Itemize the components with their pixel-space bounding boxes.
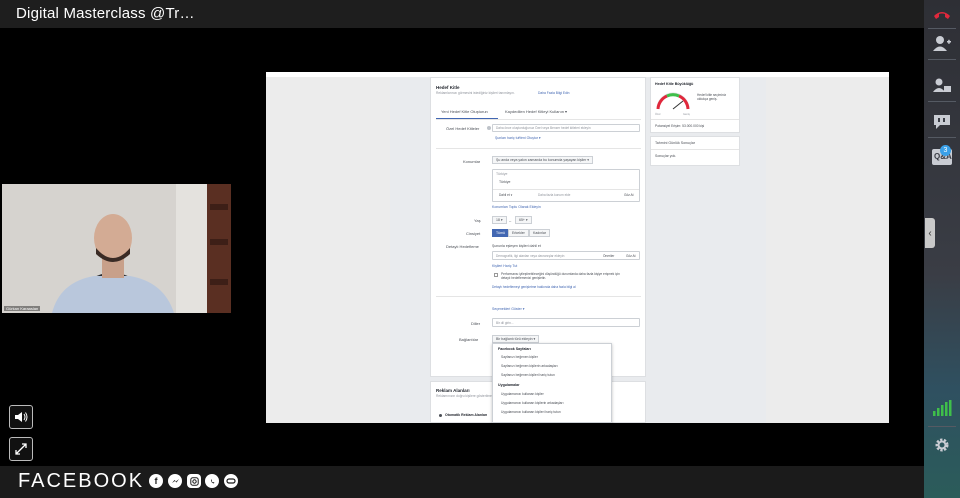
phone-hangup-icon: [934, 12, 950, 19]
brand-bar: FACEBOOK f: [0, 466, 924, 498]
daily-results-title: Tahmini Günlük Sonuçlar: [655, 141, 695, 145]
presenter-portrait: [2, 184, 231, 313]
gear-icon: [935, 438, 949, 452]
presenter-icon: [933, 78, 951, 92]
shared-screen: Hedef Kitle Reklamlarınızı görmesini ist…: [266, 72, 889, 423]
signal-strength-icon: [933, 400, 952, 416]
locations-mode-select[interactable]: Şu anda veya yakın zamanda bu konumda ya…: [492, 156, 594, 164]
include-select[interactable]: Dahil et ▾: [499, 193, 512, 197]
audience-size-title: Hedef Kitle Büyüklüğü: [655, 82, 694, 86]
results-value: Sonuçlar yok.: [655, 154, 677, 158]
custom-audience-input[interactable]: Daha önce oluşturduğunuz Özel veya Benze…: [492, 124, 640, 132]
potential-reach: Potansiyel Erişim: 53.000.000 kişi: [655, 124, 705, 128]
placements-subtitle: Reklamınızın doğru kişilere gösterilmesi: [436, 394, 495, 398]
info-icon: [487, 126, 491, 130]
age-max-select[interactable]: 65+ ▾: [515, 216, 532, 224]
dropdown-item[interactable]: Uygulamanızı kullanan kişileri hariç tut…: [501, 410, 561, 414]
dropdown-item[interactable]: Sayfanızı beğenen kişiler: [501, 355, 538, 359]
gender-label: Cinsiyet: [466, 231, 481, 236]
participants-icon: [933, 36, 951, 51]
exclude-people-link[interactable]: Kişileri Hariç Tut: [492, 264, 517, 268]
window-title-bar: Digital Masterclass @Tr…: [0, 0, 924, 28]
expand-targeting-text: Performansı iyileştirebileceğini düşündü…: [501, 272, 620, 280]
presenter-video: Gürkan Karaaslan: [2, 184, 231, 313]
location-chip[interactable]: Türkiye: [499, 180, 510, 184]
connections-dropdown: Facebook Sayfaları Sayfanızı beğenen kiş…: [492, 343, 612, 423]
custom-audience-label: Özel Hedef Kitleler: [446, 126, 480, 131]
oculus-icon: [224, 474, 238, 488]
age-label: Yaş: [474, 218, 481, 223]
tab-new-audience[interactable]: Yeni Hedef Kitle Oluşturun: [441, 109, 488, 114]
participants-button[interactable]: [924, 28, 960, 58]
signal-indicator: [924, 393, 960, 423]
dropdown-item[interactable]: Sayfanızı beğenen kişileri hariç tutun: [501, 373, 555, 377]
gender-men-button[interactable]: Erkekler: [508, 229, 529, 237]
show-options-link[interactable]: Seçenekleri Göster ▾: [492, 307, 525, 311]
dropdown-item[interactable]: Uygulamanızı kullanan kişiler: [501, 392, 544, 396]
expand-learn-more-link[interactable]: Detaylı hedeflemeyi genişletme hakkında …: [492, 285, 576, 289]
volume-button[interactable]: [9, 405, 33, 429]
qa-count-badge: 3: [940, 145, 951, 156]
sidebar-collapse-handle[interactable]: ‹: [925, 218, 935, 248]
presenter-button[interactable]: [924, 70, 960, 100]
qa-button[interactable]: Q&A 3: [924, 142, 960, 172]
expand-targeting-checkbox[interactable]: [494, 273, 498, 277]
section-subtitle: Reklamlarınızı görmesini istediğiniz kiş…: [436, 91, 515, 95]
location-search-input[interactable]: Daha fazla konum ekle: [538, 193, 570, 197]
daily-results-panel: Tahmini Günlük Sonuçlar Sonuçlar yok.: [650, 136, 740, 166]
audience-size-panel: Hedef Kitle Büyüklüğü Özel Geniş Hedef k…: [650, 77, 740, 133]
connections-select[interactable]: Bir bağlantı türü ekleyin ▾: [492, 335, 540, 343]
gender-all-button[interactable]: Tümü: [492, 229, 509, 237]
speaker-icon: [15, 412, 28, 422]
suggestions-button[interactable]: Öneriler: [603, 254, 614, 258]
auto-placements-option[interactable]: Otomatik Reklam Alanları: [445, 413, 487, 417]
placements-radio[interactable]: [439, 414, 442, 417]
create-new-link[interactable]: Yeni Oluştur ▾: [519, 136, 541, 140]
gender-women-button[interactable]: Kadınlar: [529, 229, 551, 237]
age-min-select[interactable]: 18 ▾: [492, 216, 507, 224]
locations-box: Türkiye Türkiye Dahil et ▾ Daha fazla ko…: [492, 169, 640, 202]
right-sidebar: Q&A 3: [924, 0, 960, 498]
bulk-locations-link[interactable]: Konumları Toplu Olarak Ekleyin: [492, 205, 541, 209]
exclude-link[interactable]: Şunları hariç tut: [495, 136, 520, 140]
chat-icon: [934, 115, 950, 129]
fullscreen-button[interactable]: [9, 437, 33, 461]
dropdown-item[interactable]: Uygulamanızı kullanan kişilerin arkadaşl…: [501, 401, 564, 405]
hangup-button[interactable]: [924, 0, 960, 30]
locations-browse-button[interactable]: Göz At: [624, 193, 634, 197]
audience-gauge-icon: [656, 92, 690, 110]
detailed-include-text: Şununla eşleşen kişileri dahil et: [492, 244, 541, 248]
learn-more-link[interactable]: Daha Fazla Bilgi Edin: [538, 91, 570, 95]
tab-saved-audience[interactable]: Kaydedilen Hedef Kitleyi Kullanın ▾: [505, 109, 567, 114]
connections-label: Bağlantılar: [459, 337, 479, 342]
placements-title: Reklam Alanları: [436, 388, 470, 393]
gauge-right-label: Geniş: [683, 113, 690, 116]
languages-input[interactable]: Bir dil girin...: [492, 318, 640, 327]
messenger-icon: [168, 474, 182, 488]
qa-icon: Q&A 3: [932, 145, 952, 165]
dropdown-item[interactable]: Sayfanızı beğenen kişilerin arkadaşları: [501, 364, 558, 368]
audience-panel: Hedef Kitle Reklamlarınızı görmesini ist…: [430, 77, 646, 377]
dropdown-group-apps: Uygulamalar: [498, 383, 520, 387]
chat-button[interactable]: [924, 107, 960, 137]
languages-label: Diller: [471, 321, 481, 326]
brand-logo: FACEBOOK: [18, 470, 145, 492]
section-title: Hedef Kitle: [436, 85, 460, 90]
gauge-left-label: Özel: [655, 113, 661, 116]
chevron-left-icon: ‹: [928, 227, 932, 239]
expand-icon: [15, 443, 27, 455]
dropdown-group-pages: Facebook Sayfaları: [498, 347, 531, 351]
detailed-targeting-label: Detaylı Hedefleme: [446, 244, 479, 249]
settings-button[interactable]: [924, 430, 960, 460]
audience-size-desc: Hedef kitle seçiminiz oldukça geniş.: [697, 93, 727, 101]
presenter-name-label: Gürkan Karaaslan: [4, 306, 41, 311]
whatsapp-icon: [205, 474, 219, 488]
window-title: Digital Masterclass @Tr…: [16, 5, 195, 22]
detailed-browse-button[interactable]: Göz At: [626, 254, 636, 258]
locations-label: Konumlar: [463, 159, 481, 164]
detailed-targeting-input[interactable]: Demografik, ilgi alanları veya davranışl…: [492, 251, 640, 260]
facebook-icon: f: [149, 474, 163, 488]
instagram-icon: [187, 474, 201, 488]
